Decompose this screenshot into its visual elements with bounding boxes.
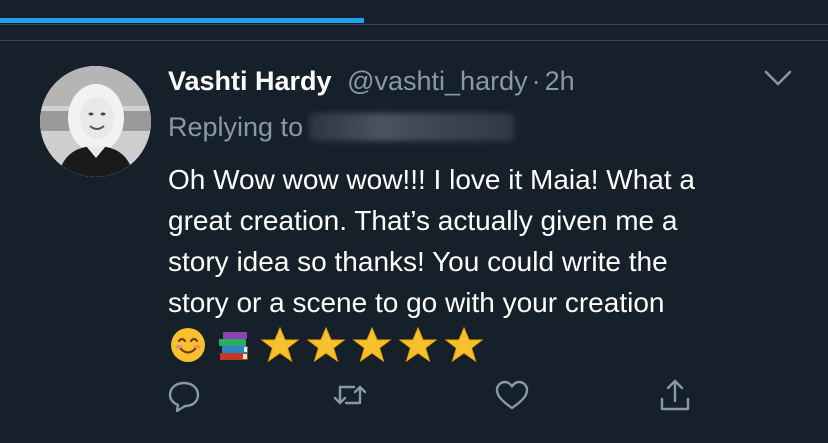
star-emoji-icon xyxy=(352,326,392,363)
share-icon xyxy=(660,379,690,411)
avatar[interactable] xyxy=(40,66,151,177)
star-emoji-icon xyxy=(398,326,438,363)
tweet-text-line: great creation. That’s actually given me… xyxy=(168,205,678,236)
author-handle[interactable]: @vashti_hardy xyxy=(347,66,528,96)
loading-progress-bar xyxy=(0,18,828,23)
tweet-actions xyxy=(0,375,828,415)
retweet-button[interactable] xyxy=(330,375,370,415)
tweet-header: Vashti Hardy @vashti_hardy · 2h xyxy=(168,61,575,101)
star-emoji-icon xyxy=(260,326,300,363)
separator: · xyxy=(531,66,541,96)
retweet-icon xyxy=(333,385,367,405)
tweet-text-line: story idea so thanks! You could write th… xyxy=(168,246,668,277)
tweet-text: Oh Wow wow wow!!! I love it Maia! What a… xyxy=(168,159,798,323)
share-button[interactable] xyxy=(655,375,695,415)
like-icon xyxy=(495,380,529,410)
books-emoji-icon xyxy=(219,332,248,360)
redacted-handle xyxy=(309,113,515,141)
top-bar xyxy=(0,0,828,25)
tweet-text-line: Oh Wow wow wow!!! I love it Maia! What a xyxy=(168,164,695,195)
star-emoji-icon xyxy=(444,326,484,363)
reply-icon xyxy=(168,381,200,413)
replying-to: Replying to xyxy=(168,107,515,147)
star-emoji-icon xyxy=(306,326,346,363)
author-name[interactable]: Vashti Hardy xyxy=(168,66,332,96)
tweet-detail-page: Vashti Hardy @vashti_hardy · 2h Replying t… xyxy=(0,0,828,443)
tweet-text-line: story or a scene to go with your creatio… xyxy=(168,287,665,318)
replying-to-label: Replying to xyxy=(168,112,304,142)
reply-tweet[interactable]: Vashti Hardy @vashti_hardy · 2h Replying t… xyxy=(0,41,828,443)
loading-progress-fill xyxy=(0,18,365,23)
smiling-face-emoji-icon xyxy=(171,328,205,362)
emoji-row xyxy=(168,325,484,365)
chevron-down-icon[interactable] xyxy=(762,66,794,90)
timestamp[interactable]: 2h xyxy=(545,66,575,96)
like-button[interactable] xyxy=(492,375,532,415)
reply-button[interactable] xyxy=(164,375,204,415)
